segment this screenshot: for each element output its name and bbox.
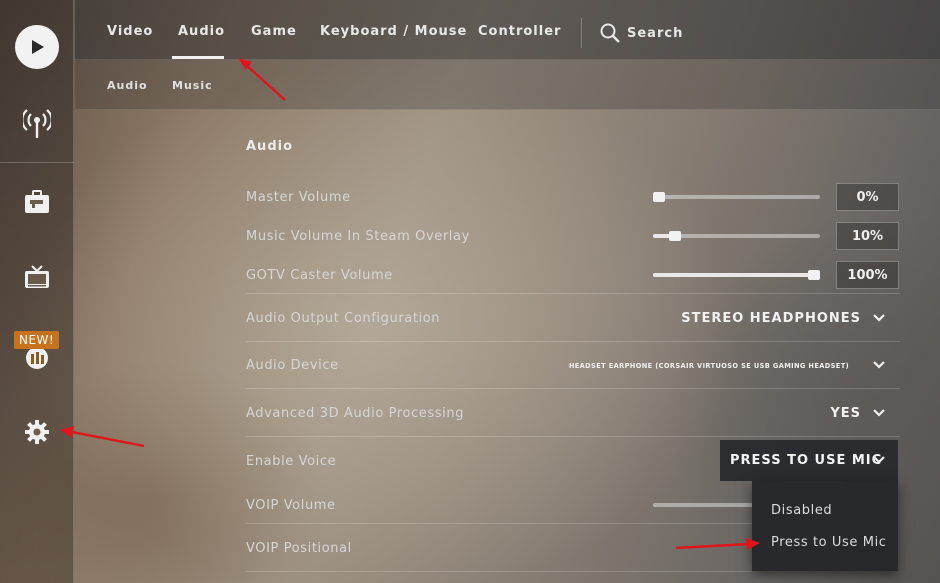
gotv-volume-label: GOTV Caster Volume xyxy=(246,268,393,283)
gotv-volume-value[interactable]: 100% xyxy=(836,261,899,289)
master-volume-label: Master Volume xyxy=(246,190,351,205)
music-volume-value[interactable]: 10% xyxy=(836,222,899,250)
voip-volume-slider[interactable] xyxy=(653,503,753,507)
chevron-down-icon[interactable] xyxy=(872,358,886,372)
row-divider xyxy=(246,571,752,572)
active-tab-underline xyxy=(172,56,224,59)
search-icon xyxy=(600,23,620,43)
settings-button[interactable] xyxy=(0,402,74,462)
advanced-3d-label: Advanced 3D Audio Processing xyxy=(246,406,465,421)
audio-device-dropdown[interactable]: HEADSET EARPHONE (CORSAIR VIRTUOSO SE US… xyxy=(569,362,849,370)
row-divider xyxy=(246,388,900,389)
audio-output-dropdown[interactable]: STEREO HEADPHONES xyxy=(681,311,861,326)
enable-voice-dropdown[interactable]: PRESS TO USE MIC xyxy=(720,440,898,481)
inventory-briefcase-icon xyxy=(25,190,49,213)
music-volume-slider[interactable] xyxy=(653,231,820,241)
tab-controller[interactable]: Controller xyxy=(478,24,561,39)
master-volume-slider[interactable] xyxy=(653,192,820,202)
section-title: Audio xyxy=(246,139,294,154)
chevron-down-icon[interactable] xyxy=(872,406,886,420)
audio-output-label: Audio Output Configuration xyxy=(246,311,441,326)
option-disabled[interactable]: Disabled xyxy=(771,503,832,518)
sidebar: NEW! xyxy=(0,0,74,583)
gear-icon xyxy=(25,420,49,444)
sub-nav: Audio Music xyxy=(75,60,940,110)
annotation-arrow xyxy=(71,430,145,448)
search-label: Search xyxy=(627,25,684,41)
row-divider xyxy=(246,436,900,437)
master-volume-value[interactable]: 0% xyxy=(836,183,899,211)
play-icon xyxy=(15,25,59,69)
row-divider xyxy=(246,523,752,524)
play-button[interactable] xyxy=(0,17,74,77)
gotv-volume-slider[interactable] xyxy=(653,270,820,280)
voip-positional-label: VOIP Positional xyxy=(246,541,352,556)
sidebar-divider xyxy=(0,162,74,163)
enable-voice-value: PRESS TO USE MIC xyxy=(730,453,883,468)
row-divider xyxy=(246,293,900,294)
chevron-down-icon[interactable] xyxy=(872,311,886,325)
enable-voice-label: Enable Voice xyxy=(246,454,337,469)
new-badge: NEW! xyxy=(14,331,60,349)
slider-fill xyxy=(653,273,820,277)
slider-knob[interactable] xyxy=(808,270,820,280)
subtab-audio[interactable]: Audio xyxy=(107,79,148,92)
row-divider xyxy=(246,341,900,342)
search-button[interactable]: Search xyxy=(599,22,683,44)
option-press-to-use-mic[interactable]: Press to Use Mic xyxy=(771,535,887,550)
tv-icon xyxy=(25,265,49,288)
watch-button[interactable] xyxy=(0,248,74,308)
chevron-down-icon xyxy=(873,456,885,464)
voip-volume-label: VOIP Volume xyxy=(246,498,336,513)
broadcast-icon xyxy=(23,109,51,138)
tab-audio[interactable]: Audio xyxy=(178,24,225,39)
tab-keyboard-mouse[interactable]: Keyboard / Mouse xyxy=(320,24,467,39)
tab-video[interactable]: Video xyxy=(107,24,153,39)
music-volume-label: Music Volume In Steam Overlay xyxy=(246,229,470,244)
audio-device-label: Audio Device xyxy=(246,358,339,373)
annotation-arrow xyxy=(675,542,749,550)
top-nav: Video Audio Game Keyboard / Mouse Contro… xyxy=(75,0,940,60)
tab-game[interactable]: Game xyxy=(251,24,297,39)
slider-knob[interactable] xyxy=(668,231,681,241)
advanced-3d-dropdown[interactable]: YES xyxy=(830,406,861,421)
slider-knob[interactable] xyxy=(653,192,665,202)
slider-fill xyxy=(653,234,670,238)
broadcast-button[interactable] xyxy=(0,94,74,154)
inventory-button[interactable] xyxy=(0,172,74,232)
enable-voice-options: Disabled Press to Use Mic xyxy=(752,481,898,571)
subtab-music[interactable]: Music xyxy=(172,79,213,92)
nav-separator xyxy=(581,18,582,48)
